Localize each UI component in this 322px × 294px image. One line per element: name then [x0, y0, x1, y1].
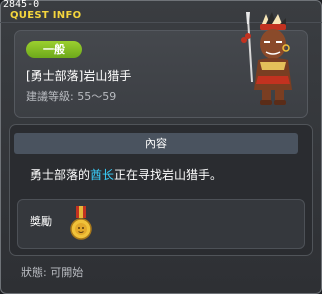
quest-category-badge: 一般 — [26, 41, 82, 58]
level-range: 55～59 — [77, 90, 117, 103]
window-title: QUEST INFO — [10, 10, 82, 21]
description-text-after: 正在寻找岩山猎手。 — [114, 168, 223, 182]
reward-label: 獎勵 — [30, 215, 52, 228]
quest-status: 狀態: 可開始 — [21, 266, 83, 279]
npc-name-link[interactable]: 酋长 — [90, 168, 114, 182]
description-text-before: 勇士部落的 — [30, 168, 91, 182]
npc-chief-portrait-icon — [241, 12, 292, 105]
reward-box — [17, 199, 305, 249]
quest-description: 勇士部落的酋长正在寻找岩山猎手。 — [30, 168, 222, 182]
status-value: 可開始 — [50, 266, 84, 279]
content-header: 內容 — [14, 133, 298, 154]
status-label: 狀態: — [21, 266, 47, 279]
recommended-level: 建議等級: 55～59 — [26, 90, 116, 103]
quest-name: [勇士部落]岩山猎手 — [26, 69, 132, 83]
quest-id-text: 2845-0 — [3, 0, 40, 10]
medal-icon[interactable] — [68, 206, 94, 242]
level-label: 建議等級: — [26, 90, 74, 103]
